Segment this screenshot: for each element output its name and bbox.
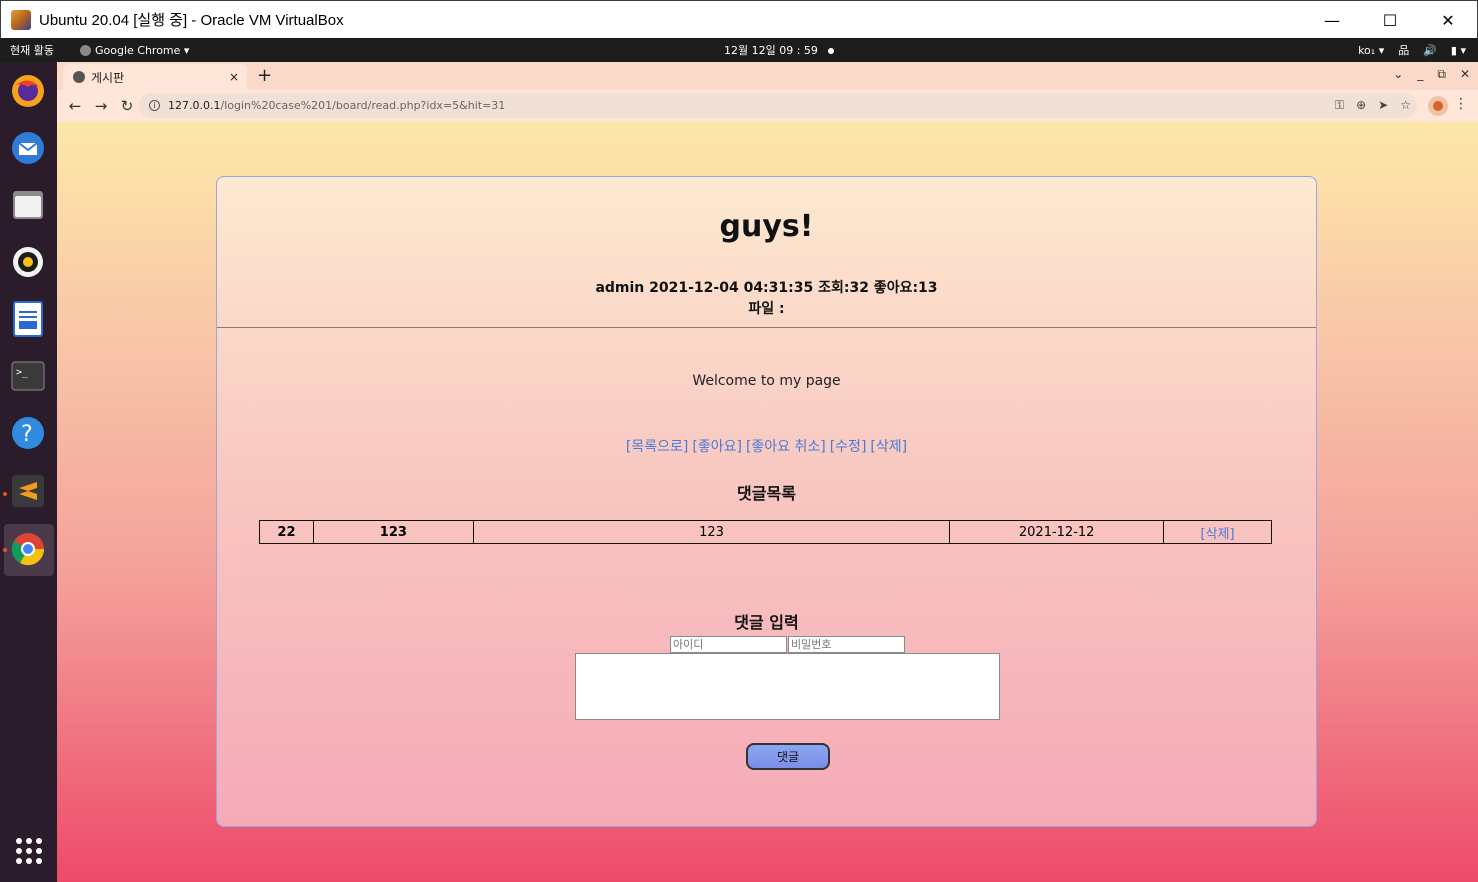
comment-delete-cell: [삭제] bbox=[1163, 520, 1272, 544]
tab-search-icon[interactable]: ⌄ bbox=[1393, 67, 1403, 82]
post-title: guys! bbox=[719, 209, 814, 244]
show-applications-icon[interactable] bbox=[16, 838, 42, 864]
comment-textarea[interactable] bbox=[575, 653, 1000, 720]
help-icon[interactable]: ? bbox=[9, 414, 47, 452]
clock-text: 12월 12일 09 : 59 bbox=[724, 44, 818, 57]
files-icon[interactable] bbox=[9, 186, 47, 224]
comments-heading: 댓글목록 bbox=[737, 484, 796, 503]
comment-id-input[interactable] bbox=[670, 636, 787, 653]
svg-text:?: ? bbox=[21, 422, 33, 447]
comment-table: 22 123 123 2021-12-12 [삭제] bbox=[259, 520, 1272, 544]
comment-idx: 22 bbox=[259, 520, 314, 544]
info-icon[interactable]: i bbox=[149, 100, 160, 111]
sublime-icon[interactable] bbox=[9, 472, 47, 510]
chrome-icon[interactable] bbox=[9, 530, 47, 568]
profile-avatar-icon[interactable] bbox=[1428, 96, 1448, 116]
table-row: 22 123 123 2021-12-12 [삭제] bbox=[259, 520, 1272, 544]
forward-button[interactable]: → bbox=[89, 97, 113, 115]
list-link[interactable]: [목록으로] bbox=[626, 439, 688, 455]
app-menu[interactable]: Google Chrome ▾ bbox=[79, 43, 190, 57]
post-card: guys! admin 2021-12-04 04:31:35 조회:32 좋아… bbox=[216, 176, 1317, 827]
url-path: /login%20case%201/board/read.php?idx=5&h… bbox=[220, 99, 506, 112]
sound-icon[interactable]: 🔊 bbox=[1423, 44, 1437, 57]
chrome-small-icon bbox=[79, 44, 91, 56]
url-text: 127.0.0.1/login%20case%201/board/read.ph… bbox=[168, 99, 505, 112]
ubuntu-top-panel: 현재 활동 Google Chrome ▾ 12월 12일 09 : 59 ko… bbox=[0, 38, 1478, 62]
edit-link[interactable]: [수정] bbox=[830, 439, 867, 455]
terminal-icon[interactable]: >_ bbox=[9, 357, 47, 395]
writer-icon[interactable] bbox=[9, 300, 47, 338]
bookmark-star-icon[interactable]: ☆ bbox=[1400, 98, 1411, 113]
window-buttons: ⌄ _ ⧉ ✕ bbox=[1393, 67, 1470, 82]
chrome-restore-button[interactable]: ⧉ bbox=[1437, 67, 1446, 82]
chrome-minimize-button[interactable]: _ bbox=[1417, 67, 1423, 82]
window-title: Ubuntu 20.04 [실행 중] - Oracle VM VirtualB… bbox=[39, 12, 344, 29]
notification-dot-icon bbox=[827, 48, 834, 54]
reload-button[interactable]: ↻ bbox=[115, 97, 139, 115]
new-tab-button[interactable]: + bbox=[257, 65, 272, 86]
tab-strip: 게시판 × + ⌄ _ ⧉ ✕ bbox=[57, 62, 1478, 90]
comment-delete-link[interactable]: [삭제] bbox=[1201, 527, 1235, 542]
omnibox-actions: ⚿ ⊕ ➤ ☆ bbox=[1335, 98, 1411, 113]
close-button[interactable]: ✕ bbox=[1419, 1, 1477, 39]
comment-password-input[interactable] bbox=[788, 636, 905, 653]
chrome-close-button[interactable]: ✕ bbox=[1460, 67, 1470, 82]
rhythmbox-icon[interactable] bbox=[9, 243, 47, 281]
battery-icon[interactable]: ▮ ▾ bbox=[1451, 44, 1466, 57]
delete-link[interactable]: [삭제] bbox=[870, 439, 907, 455]
url-host: 127.0.0.1 bbox=[168, 99, 221, 112]
page-viewport: guys! admin 2021-12-04 04:31:35 조회:32 좋아… bbox=[57, 122, 1478, 882]
send-icon[interactable]: ➤ bbox=[1378, 98, 1388, 113]
chrome-menu-icon[interactable]: ⋮ bbox=[1454, 96, 1468, 112]
comment-form-heading: 댓글 입력 bbox=[734, 613, 799, 632]
thunderbird-icon[interactable] bbox=[9, 129, 47, 167]
comment-submit-button[interactable]: 댓글 bbox=[746, 743, 830, 770]
divider bbox=[217, 327, 1316, 328]
post-meta: admin 2021-12-04 04:31:35 조회:32 좋아요:13 bbox=[595, 280, 938, 296]
firefox-icon[interactable] bbox=[9, 72, 47, 110]
ubuntu-dock: >_ ? bbox=[0, 62, 57, 882]
input-method-indicator[interactable]: ko₁ ▾ bbox=[1358, 44, 1384, 57]
svg-text:>_: >_ bbox=[16, 367, 29, 378]
comment-author: 123 bbox=[312, 520, 474, 544]
like-link[interactable]: [좋아요] bbox=[692, 439, 742, 455]
unlike-link[interactable]: [좋아요 취소] bbox=[746, 439, 826, 455]
running-indicator bbox=[3, 548, 7, 552]
clock[interactable]: 12월 12일 09 : 59 bbox=[724, 42, 834, 58]
maximize-button[interactable]: ☐ bbox=[1361, 1, 1419, 39]
virtualbox-titlebar: Ubuntu 20.04 [실행 중] - Oracle VM VirtualB… bbox=[0, 0, 1478, 38]
running-indicator bbox=[3, 492, 7, 496]
system-tray: ko₁ ▾ 品 🔊 ▮ ▾ bbox=[1358, 42, 1466, 58]
post-body: Welcome to my page bbox=[692, 373, 841, 389]
globe-icon bbox=[73, 71, 85, 83]
back-button[interactable]: ← bbox=[63, 97, 87, 115]
activities-button[interactable]: 현재 활동 bbox=[10, 42, 54, 58]
browser-toolbar: ← → ↻ i 127.0.0.1/login%20case%201/board… bbox=[57, 90, 1478, 122]
tab-title: 게시판 bbox=[91, 70, 125, 85]
post-actions: [목록으로] [좋아요] [좋아요 취소] [수정] [삭제] bbox=[217, 436, 1316, 456]
key-icon[interactable]: ⚿ bbox=[1335, 98, 1344, 113]
post-file-label: 파일 : bbox=[748, 301, 785, 317]
chrome-window: 게시판 × + ⌄ _ ⧉ ✕ ← → ↻ i 127.0.0.1/login%… bbox=[57, 62, 1478, 882]
tab-close-icon[interactable]: × bbox=[229, 70, 239, 84]
virtualbox-icon bbox=[11, 9, 31, 30]
address-bar[interactable]: i 127.0.0.1/login%20case%201/board/read.… bbox=[139, 93, 1417, 118]
tab-board[interactable]: 게시판 × bbox=[63, 64, 247, 90]
comment-date: 2021-12-12 bbox=[949, 520, 1165, 544]
minimize-button[interactable]: — bbox=[1303, 1, 1361, 39]
network-icon[interactable]: 品 bbox=[1398, 42, 1409, 58]
zoom-icon[interactable]: ⊕ bbox=[1356, 98, 1366, 113]
app-menu-label: Google Chrome ▾ bbox=[94, 43, 190, 57]
comment-content: 123 bbox=[472, 520, 951, 544]
window-controls: — ☐ ✕ bbox=[1303, 1, 1477, 39]
